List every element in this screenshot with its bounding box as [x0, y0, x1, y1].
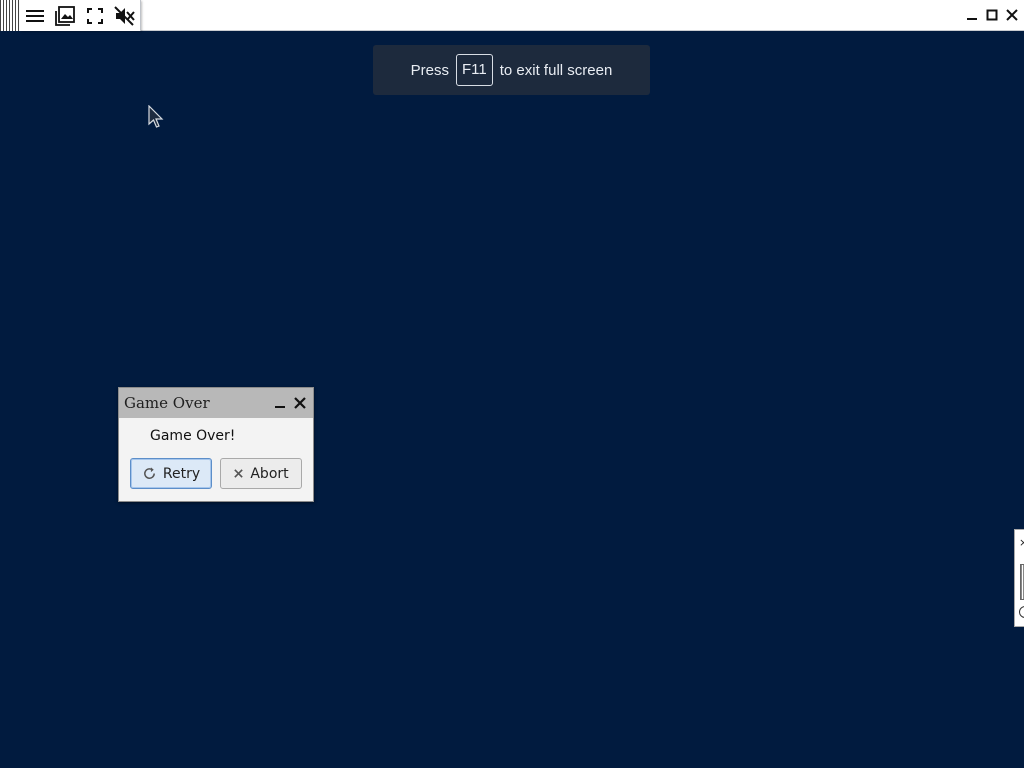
mute-button[interactable] — [110, 0, 140, 31]
fullscreen-button[interactable] — [80, 0, 110, 31]
mouse-cursor-icon — [148, 105, 164, 128]
x-icon — [234, 469, 244, 478]
dialog-title: Game Over — [124, 394, 210, 412]
game-over-dialog: Game Over Game Over! Retry Abort — [118, 387, 314, 502]
close-button[interactable] — [1004, 7, 1020, 23]
minimize-button[interactable] — [964, 7, 980, 23]
dialog-message: Game Over! — [150, 428, 236, 444]
fullscreen-banner: Press F11 to exit full screen — [373, 45, 650, 95]
abort-button[interactable]: Abort — [220, 458, 302, 489]
maximize-icon — [986, 9, 998, 21]
edge-slider[interactable] — [1020, 564, 1024, 600]
toolbar — [20, 0, 141, 31]
fullscreen-icon — [87, 7, 103, 24]
menu-icon — [26, 9, 44, 22]
maximize-button[interactable] — [984, 7, 1000, 23]
window-controls — [964, 7, 1020, 23]
drag-grip[interactable] — [0, 0, 20, 31]
dialog-close-icon[interactable] — [293, 396, 307, 410]
banner-key: F11 — [456, 54, 493, 86]
dialog-minimize-icon[interactable] — [273, 396, 287, 410]
gallery-button[interactable] — [50, 0, 80, 31]
edge-radio[interactable] — [1019, 606, 1024, 618]
close-icon — [1006, 9, 1018, 21]
banner-press-text: Press — [410, 61, 450, 79]
edge-widget[interactable]: × — [1014, 529, 1024, 627]
retry-button[interactable]: Retry — [130, 458, 212, 489]
top-bar — [0, 0, 1024, 31]
mute-icon — [114, 5, 135, 26]
retry-label: Retry — [162, 465, 201, 482]
gallery-icon — [55, 5, 75, 26]
refresh-icon — [143, 467, 155, 479]
banner-rest-text: to exit full screen — [499, 61, 613, 79]
menu-button[interactable] — [20, 0, 50, 31]
dialog-title-bar[interactable]: Game Over — [119, 388, 313, 418]
edge-close-icon[interactable]: × — [1019, 536, 1024, 549]
abort-label: Abort — [250, 465, 289, 482]
minimize-icon — [967, 18, 977, 20]
